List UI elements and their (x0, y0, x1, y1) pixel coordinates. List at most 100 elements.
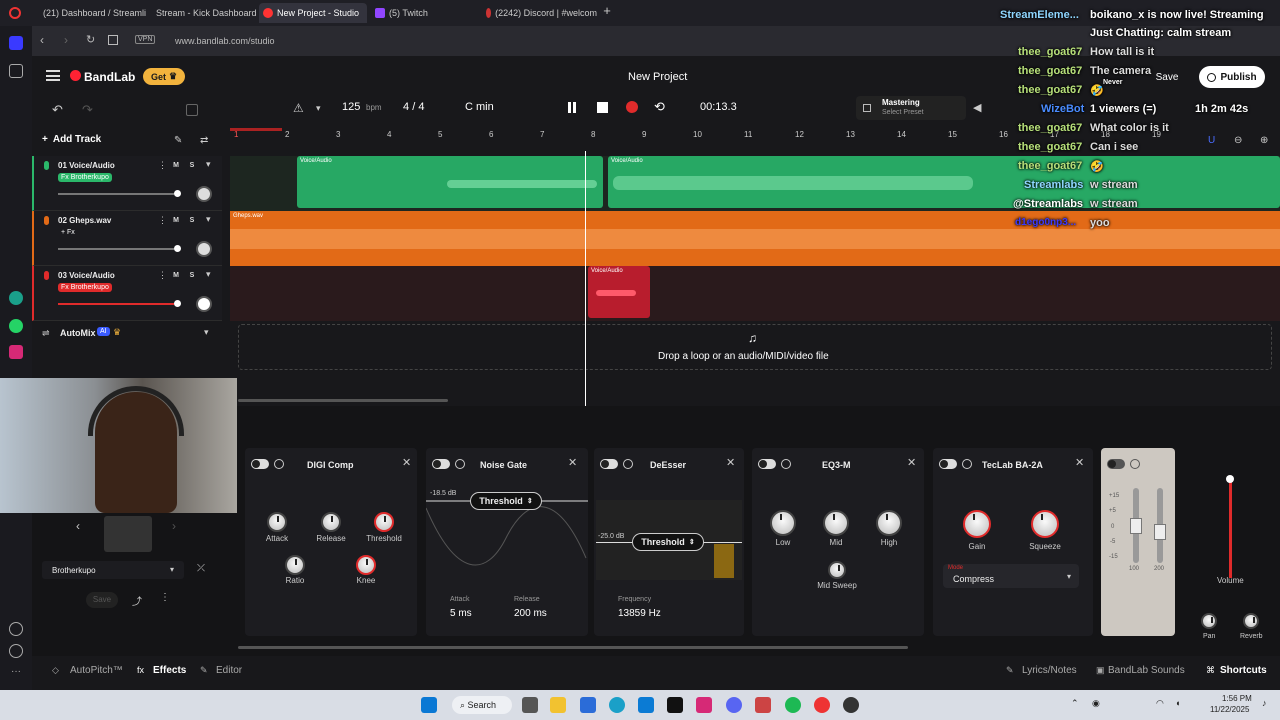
knee-knob[interactable] (356, 555, 376, 575)
sounds-tab[interactable]: BandLab Sounds (1108, 665, 1185, 676)
new-tab-icon[interactable]: + (600, 4, 614, 18)
stop-button[interactable] (597, 102, 608, 113)
more-icon[interactable]: ··· (11, 666, 21, 677)
close-icon[interactable]: ✕ (568, 456, 577, 469)
tray-chevron-icon[interactable]: ⌃ (1071, 698, 1079, 709)
edge-icon[interactable] (609, 697, 625, 713)
fader-handle[interactable] (1130, 518, 1142, 534)
info-icon[interactable] (455, 459, 465, 469)
tray-icon[interactable]: ◉ (1092, 698, 1100, 709)
windows-start-icon[interactable] (421, 697, 437, 713)
chevron-down-icon[interactable]: ▾ (206, 159, 211, 170)
track-menu-icon[interactable]: ⋮ (158, 215, 167, 226)
horizontal-scrollbar[interactable] (238, 399, 448, 402)
notification-bell-icon[interactable]: ♪ (1262, 698, 1267, 708)
track-header-1[interactable]: 01 Voice/Audio Fx Brotherkupo ⋮ M S ▾ (32, 156, 222, 211)
time-signature[interactable]: 4 / 4 (403, 101, 424, 113)
info-icon[interactable] (781, 459, 791, 469)
clock-icon[interactable] (9, 644, 23, 658)
reverb-knob[interactable] (1243, 613, 1259, 629)
settings-panel-icon[interactable] (186, 104, 198, 116)
high-knob[interactable] (876, 510, 902, 536)
vpn-badge[interactable]: VPN (135, 35, 156, 44)
share-icon[interactable]: ⤴ (132, 593, 142, 608)
tab-discord[interactable]: (2242) Discord | #welcom (482, 3, 597, 23)
automix-row[interactable]: ⇌ AutoMix AI ♛ ▾ (32, 324, 222, 344)
ratio-knob[interactable] (285, 555, 305, 575)
reload-icon[interactable]: ↻ (86, 33, 95, 46)
instagram-icon[interactable] (9, 345, 23, 359)
star-icon[interactable] (9, 64, 23, 78)
volume-icon[interactable]: ◖ (1175, 698, 1180, 708)
get-membership-button[interactable]: Get ♛ (143, 68, 185, 85)
effects-scrollbar[interactable] (238, 646, 908, 649)
volume-slider[interactable] (58, 190, 181, 197)
enable-toggle[interactable] (939, 459, 957, 469)
info-icon[interactable] (1130, 459, 1140, 469)
shuffle-icon[interactable]: ⇄ (200, 135, 208, 146)
fx-badge[interactable]: Fx Brotherkupo (58, 283, 112, 292)
pause-button[interactable] (568, 102, 576, 113)
master-volume-handle[interactable] (1226, 475, 1234, 483)
prev-preset-icon[interactable]: ‹ (76, 519, 80, 533)
tabs-grid-icon[interactable] (108, 35, 118, 45)
chevron-down-icon[interactable]: ▾ (204, 327, 209, 338)
slider-handle[interactable] (174, 245, 181, 252)
release-knob[interactable] (321, 512, 341, 532)
instagram-icon[interactable] (696, 697, 712, 713)
audio-clip[interactable]: Voice/Audio (588, 266, 650, 318)
task-view-icon[interactable] (522, 697, 538, 713)
taskbar-search[interactable]: ⌕ Search (452, 696, 512, 714)
whatsapp-icon[interactable] (9, 319, 23, 333)
close-icon[interactable]: ✕ (726, 456, 735, 469)
enable-toggle[interactable] (251, 459, 269, 469)
enable-toggle[interactable] (600, 459, 618, 469)
undo-icon[interactable]: ↶ (52, 102, 63, 118)
home-icon[interactable] (9, 36, 23, 50)
chevron-down-icon[interactable]: ▾ (206, 269, 211, 280)
chatgpt-icon[interactable] (9, 291, 23, 305)
threshold-pill[interactable]: Threshold ⇕ (632, 533, 704, 551)
fader-handle[interactable] (1154, 524, 1166, 540)
add-fx-button[interactable]: + Fx (58, 228, 78, 237)
shortcuts-tab[interactable]: Shortcuts (1220, 665, 1267, 676)
slider-handle[interactable] (174, 300, 181, 307)
chevron-down-icon[interactable]: ▾ (206, 214, 211, 225)
project-title[interactable]: New Project (628, 71, 687, 83)
low-knob[interactable] (770, 510, 796, 536)
enable-toggle[interactable] (432, 459, 450, 469)
forward-icon[interactable]: › (64, 33, 68, 47)
close-icon[interactable]: ✕ (402, 456, 411, 469)
slider-handle[interactable] (174, 190, 181, 197)
autopitch-tab[interactable]: AutoPitch™ (70, 665, 123, 676)
track-header-2[interactable]: 02 Gheps.wav + Fx ⋮ M S ▾ (32, 211, 222, 266)
bpm-value[interactable]: 125 (342, 101, 360, 113)
master-volume-track[interactable] (1229, 478, 1232, 578)
audio-clip[interactable]: Voice/Audio (297, 156, 603, 208)
solo-button[interactable]: S (186, 215, 198, 226)
effects-tab[interactable]: Effects (153, 665, 186, 676)
squeeze-knob[interactable] (1031, 510, 1059, 538)
threshold-pill[interactable]: Threshold ⇕ (470, 492, 542, 510)
redo-icon[interactable]: ↷ (82, 102, 93, 118)
track-menu-icon[interactable]: ⋮ (158, 160, 167, 171)
gain-knob[interactable] (963, 510, 991, 538)
spotify-icon[interactable] (785, 697, 801, 713)
tab-kick[interactable]: Stream - Kick Dashboard (148, 3, 257, 23)
mute-button[interactable]: M (170, 270, 182, 281)
app2-icon[interactable] (755, 697, 771, 713)
preset-select[interactable]: Brotherkupo ▾ (42, 561, 184, 579)
key-selector[interactable]: C min (465, 101, 494, 113)
solo-button[interactable]: S (186, 160, 198, 171)
enable-toggle[interactable] (758, 459, 776, 469)
tiktok-icon[interactable] (667, 697, 683, 713)
mastering-selector[interactable]: Mastering Select Preset (856, 96, 966, 120)
loop-icon[interactable]: ⟲ (654, 99, 665, 115)
tab-streamlabs[interactable]: (21) Dashboard / Streamli (35, 3, 146, 23)
mode-select[interactable]: Mode Compress ▾ (943, 564, 1079, 588)
editor-tab[interactable]: Editor (216, 665, 242, 676)
fx-badge[interactable]: Fx Brotherkupo (58, 173, 112, 182)
volume-slider[interactable] (58, 245, 181, 252)
record-button[interactable] (626, 101, 638, 113)
drop-zone[interactable]: ♫ Drop a loop or an audio/MIDI/video fil… (238, 324, 1272, 370)
